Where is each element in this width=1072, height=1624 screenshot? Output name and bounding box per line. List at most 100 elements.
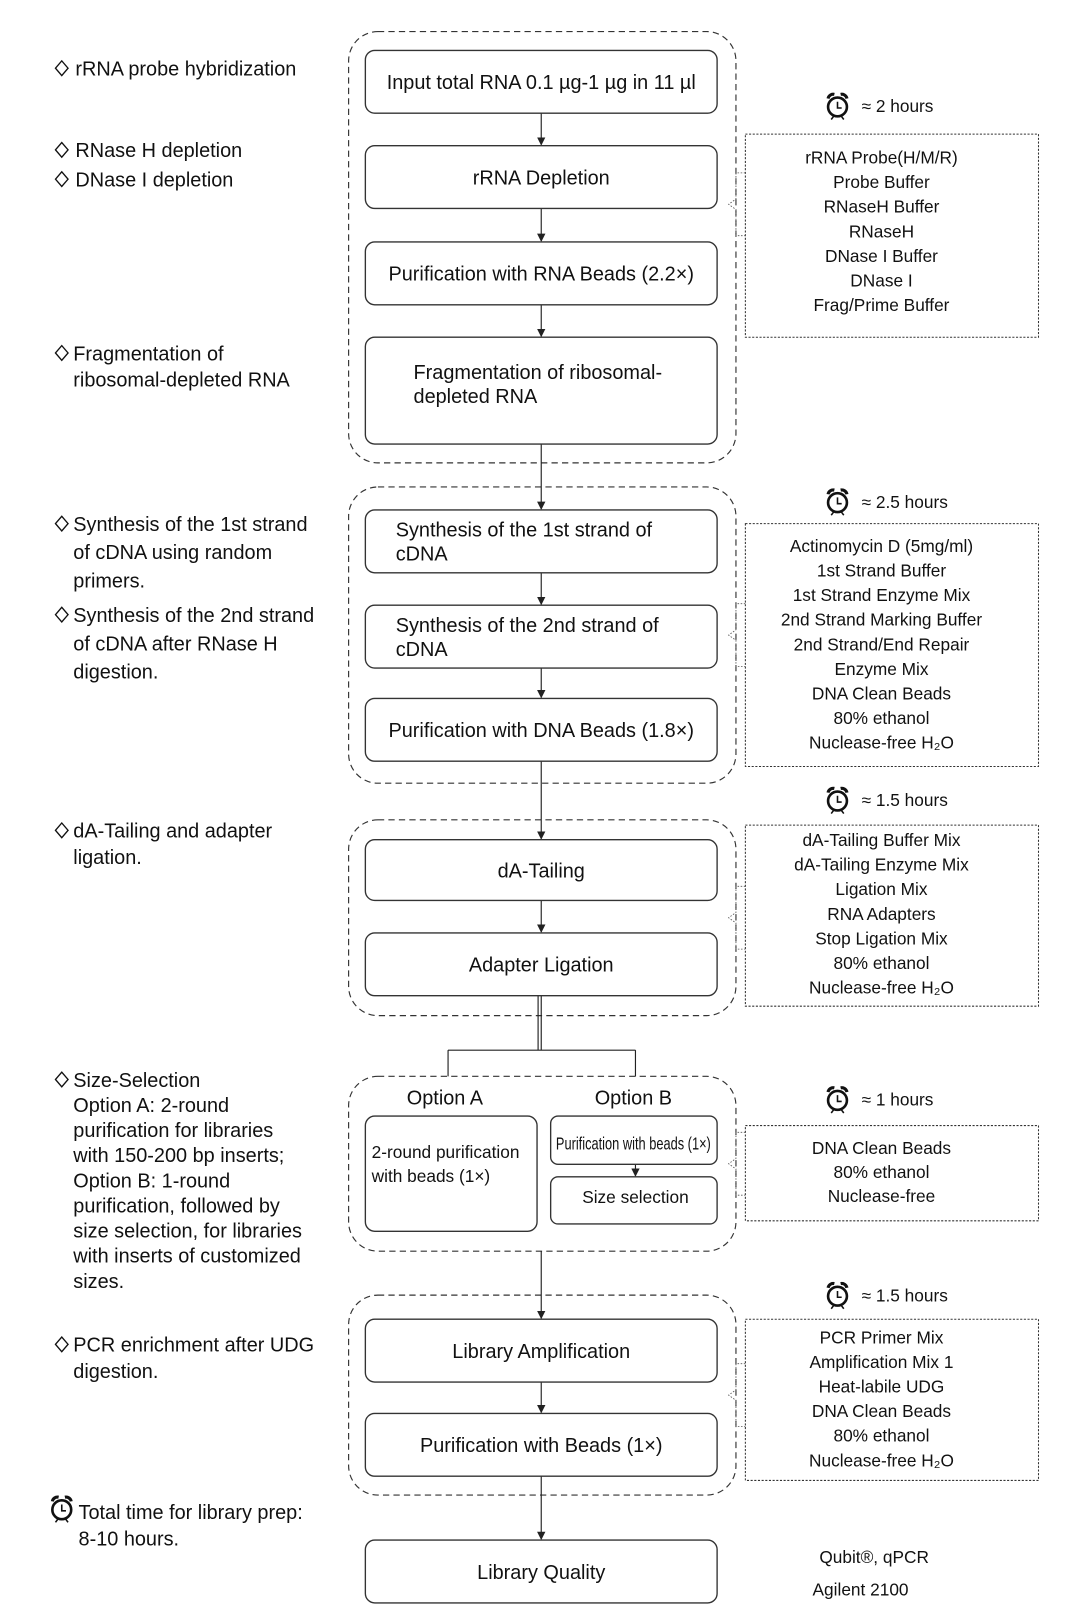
reagent-item: Nuclease-free H₂O bbox=[809, 733, 954, 753]
library-prep-workflow-diagram: Input total RNA 0.1 µg-1 µg in 11 µl rRNA… bbox=[50, 30, 1040, 1604]
bracket-connector bbox=[727, 1131, 746, 1196]
reagent-item: RNA Adapters bbox=[827, 904, 936, 924]
left-note-text: PCR enrichment after UDG bbox=[73, 1335, 314, 1357]
option-a-step-label: 2-round purification bbox=[372, 1142, 520, 1162]
reagent-item: Nuclease-free bbox=[828, 1186, 935, 1206]
option-b-title: Option B bbox=[595, 1088, 672, 1110]
reagent-item: 1st Strand Enzyme Mix bbox=[793, 585, 971, 605]
left-note-text: Synthesis of the 1st strand bbox=[73, 514, 307, 536]
diamond-bullet-icon bbox=[54, 141, 69, 159]
reagent-item: Stop Ligation Mix bbox=[815, 928, 948, 948]
reagent-item: 2nd Strand/End Repair bbox=[794, 634, 970, 654]
left-note-text: Fragmentation of bbox=[73, 343, 224, 365]
reagent-item: 80% ethanol bbox=[833, 953, 929, 973]
reagent-item: PCR Primer Mix bbox=[820, 1327, 944, 1347]
step-label: Fragmentation of ribosomal- bbox=[414, 362, 663, 384]
step-label: cDNA bbox=[396, 544, 449, 566]
bracket-connector bbox=[727, 1363, 746, 1427]
option-a-step-label: with beads (1×) bbox=[371, 1166, 491, 1186]
left-note-text: purification for libraries bbox=[73, 1120, 273, 1142]
diamond-bullet-icon bbox=[54, 344, 69, 362]
quality-method: Qubit®, qPCR bbox=[819, 1547, 929, 1567]
step-label: Library Quality bbox=[477, 1562, 605, 1584]
diamond-bullet-icon bbox=[54, 1335, 69, 1353]
reagent-item: Nuclease-free H₂O bbox=[809, 1450, 954, 1470]
reagent-item: Ligation Mix bbox=[835, 879, 927, 899]
alarm-clock-icon bbox=[826, 786, 849, 815]
reagent-item: Probe Buffer bbox=[833, 172, 930, 192]
bracket-connector bbox=[727, 603, 746, 667]
duration-label: ≈ 1 hours bbox=[862, 1090, 934, 1110]
reagent-item: 1st Strand Buffer bbox=[817, 560, 946, 580]
left-note-text: primers. bbox=[73, 570, 145, 592]
diamond-bullet-icon bbox=[54, 59, 69, 77]
left-note-text: purification, followed by bbox=[73, 1195, 280, 1217]
left-note-text: of cDNA using random bbox=[73, 542, 272, 564]
left-note-text: Synthesis of the 2nd strand bbox=[73, 605, 314, 627]
alarm-clock-icon bbox=[826, 1281, 849, 1310]
left-note-text: Total time for library prep: bbox=[79, 1502, 303, 1524]
step-label: Synthesis of the 1st strand of bbox=[396, 520, 653, 542]
diamond-bullet-icon bbox=[54, 606, 69, 624]
diamond-bullet-icon bbox=[54, 170, 69, 188]
reagent-item: RNaseH bbox=[849, 221, 914, 241]
bracket-connector bbox=[727, 172, 746, 237]
reagent-item: rRNA Probe(H/M/R) bbox=[805, 147, 958, 167]
left-note-text: digestion. bbox=[73, 662, 158, 684]
alarm-clock-icon bbox=[826, 92, 849, 120]
duration-label: ≈ 1.5 hours bbox=[862, 790, 949, 810]
diamond-bullet-icon bbox=[54, 1071, 69, 1088]
step-label: cDNA bbox=[396, 639, 449, 661]
option-b-step-label: Purification with beads (1×) bbox=[556, 1134, 711, 1154]
reagent-item: Actinomycin D (5mg/ml) bbox=[790, 536, 973, 556]
reagent-item: RNaseH Buffer bbox=[824, 197, 940, 217]
alarm-clock-icon bbox=[826, 1086, 849, 1114]
diamond-bullet-icon bbox=[54, 515, 69, 532]
left-note-text: Option A: 2-round bbox=[73, 1095, 229, 1117]
left-note-text: of cDNA after RNase H bbox=[73, 633, 277, 655]
reagent-item: 80% ethanol bbox=[833, 1162, 929, 1182]
step-label: Purification with Beads (1×) bbox=[420, 1435, 662, 1457]
left-note-text: Size-Selection bbox=[73, 1070, 200, 1092]
reagent-item: dA-Tailing Enzyme Mix bbox=[794, 855, 969, 875]
left-note-text: sizes. bbox=[73, 1271, 124, 1293]
left-note-text: ligation. bbox=[73, 847, 142, 869]
left-note-text: Option B: 1-round bbox=[73, 1170, 230, 1192]
left-note-text: ribosomal-depleted RNA bbox=[73, 369, 290, 391]
left-note-text: size selection, for libraries bbox=[73, 1221, 302, 1243]
step-label: Purification with DNA Beads (1.8×) bbox=[389, 720, 694, 742]
diamond-bullet-icon bbox=[54, 821, 69, 839]
reagent-item: DNase I bbox=[850, 270, 912, 290]
left-note-text: with inserts of customized bbox=[72, 1246, 301, 1268]
bracket-connector bbox=[727, 885, 746, 950]
left-note-text: RNase H depletion bbox=[75, 140, 242, 162]
step-label: Input total RNA 0.1 µg-1 µg in 11 µl bbox=[387, 72, 696, 94]
reagent-item: 80% ethanol bbox=[833, 1426, 929, 1446]
reagent-item: Heat-labile UDG bbox=[819, 1376, 945, 1396]
step-label: Library Amplification bbox=[452, 1341, 630, 1363]
duration-label: ≈ 2 hours bbox=[862, 96, 934, 116]
reagent-item: Frag/Prime Buffer bbox=[813, 295, 949, 315]
step-label: depleted RNA bbox=[414, 386, 538, 408]
reagent-item: DNA Clean Beads bbox=[812, 683, 952, 703]
reagent-item: dA-Tailing Buffer Mix bbox=[802, 830, 960, 850]
option-branch-connector bbox=[447, 995, 637, 1077]
left-note-text: dA-Tailing and adapter bbox=[73, 821, 272, 843]
reagent-item: DNA Clean Beads bbox=[812, 1138, 952, 1158]
step-label: dA-Tailing bbox=[498, 860, 585, 882]
reagent-item: 2nd Strand Marking Buffer bbox=[781, 610, 982, 630]
left-note-text: rRNA probe hybridization bbox=[75, 59, 296, 81]
quality-method: Agilent 2100 bbox=[813, 1580, 909, 1600]
alarm-clock-icon bbox=[50, 1495, 73, 1523]
option-b-step-label: Size selection bbox=[582, 1187, 689, 1207]
reagent-item: DNase I Buffer bbox=[825, 246, 938, 266]
duration-label: ≈ 1.5 hours bbox=[862, 1285, 949, 1305]
reagent-item: Nuclease-free H₂O bbox=[809, 978, 954, 998]
left-note-text: 8-10 hours. bbox=[79, 1528, 180, 1550]
step-label: Purification with RNA Beads (2.2×) bbox=[389, 264, 694, 286]
step-label: rRNA Depletion bbox=[473, 167, 610, 189]
left-note-text: DNase I depletion bbox=[75, 169, 233, 191]
reagent-item: Amplification Mix 1 bbox=[810, 1352, 954, 1372]
step-label: Synthesis of the 2nd strand of bbox=[396, 615, 659, 637]
alarm-clock-icon bbox=[826, 488, 849, 516]
